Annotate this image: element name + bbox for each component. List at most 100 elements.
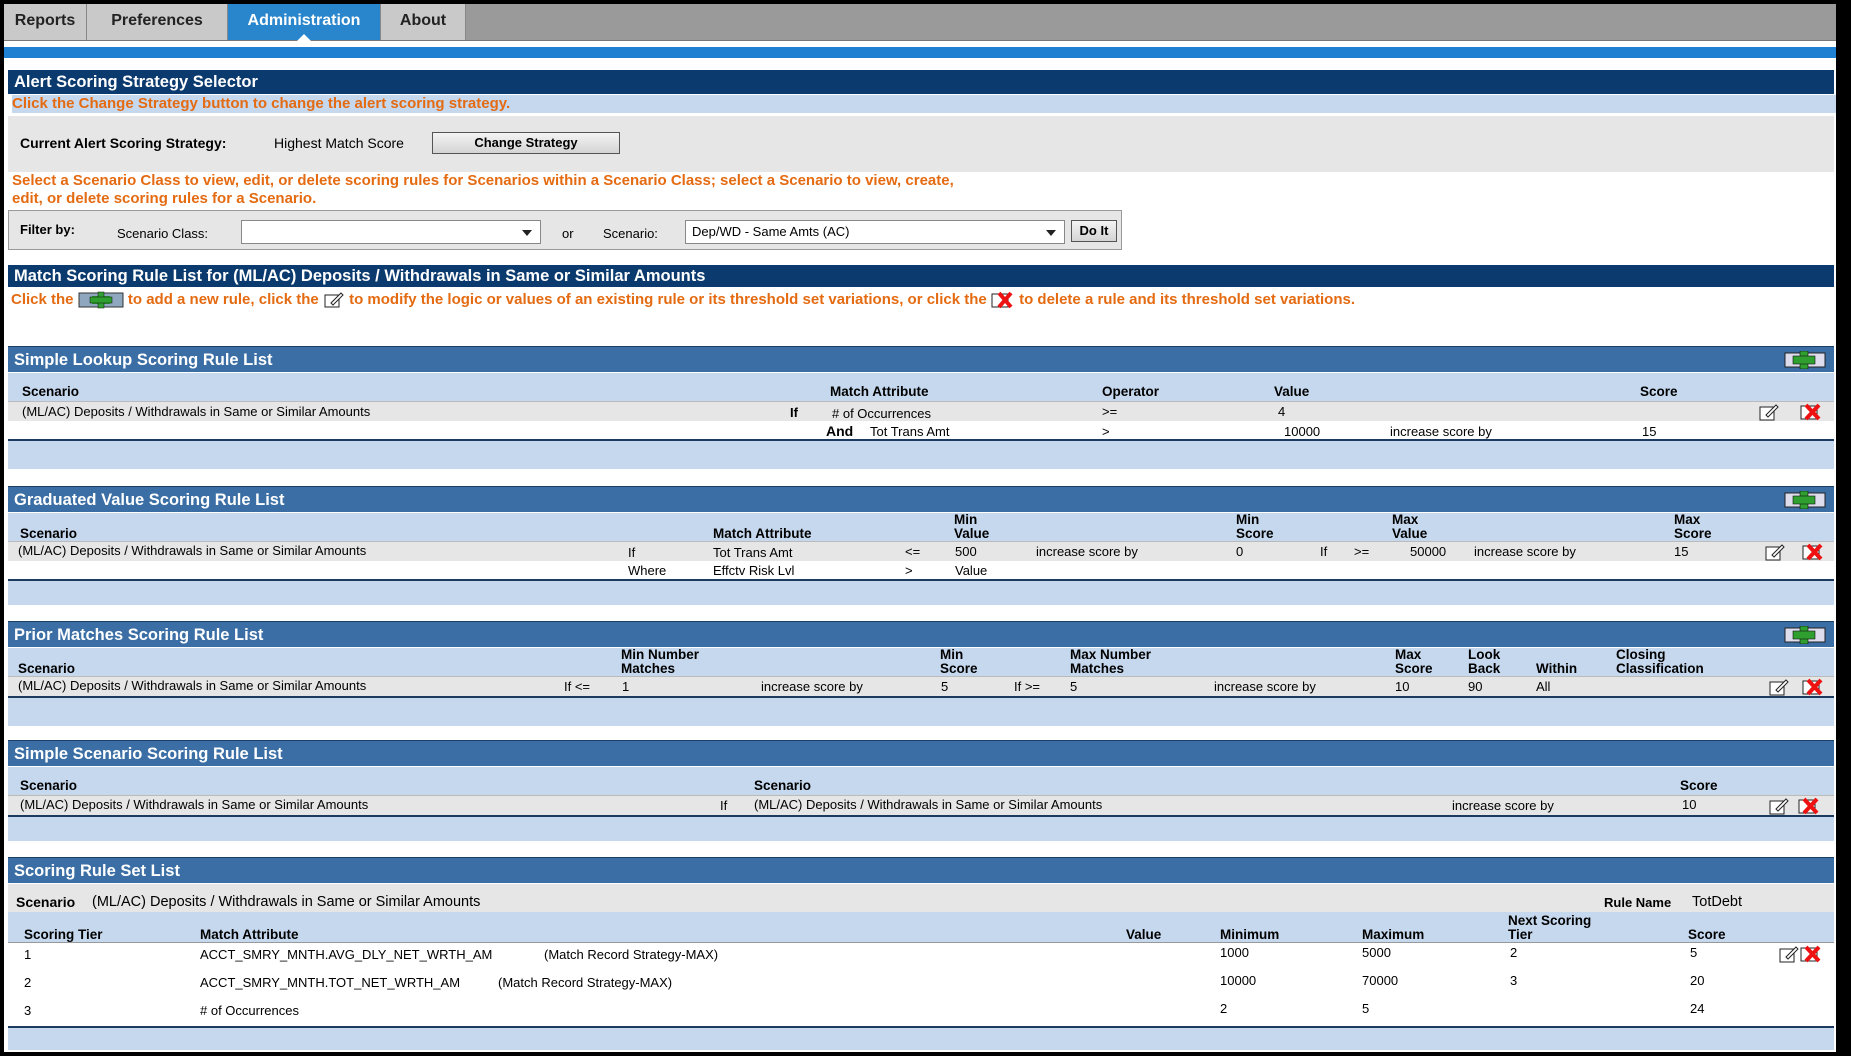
col-score: Score	[1688, 927, 1726, 942]
row-increase1: increase score by	[1036, 544, 1138, 559]
col-closing-l1: Closing	[1616, 647, 1666, 662]
tab-reports[interactable]: Reports	[4, 4, 87, 40]
hint-part-2: to add a new rule, click the	[127, 291, 319, 308]
simple-lookup-footer	[8, 439, 1834, 469]
row-scenario-2: (ML/AC) Deposits / Withdrawals in Same o…	[754, 797, 1103, 812]
add-rule-icon[interactable]	[1784, 351, 1826, 369]
row-within: All	[1536, 679, 1551, 694]
row-min-number: 1	[622, 679, 630, 694]
prior-matches-title: Prior Matches Scoring Rule List	[14, 626, 264, 644]
hint-part-3: to modify the logic or values of an exis…	[349, 291, 987, 308]
tab-about[interactable]: About	[381, 4, 466, 40]
edit-icon[interactable]	[1768, 796, 1790, 816]
row-score: 20	[1690, 973, 1705, 988]
add-rule-icon	[78, 291, 124, 309]
row-minimum: 2	[1220, 1001, 1228, 1016]
row-value: Value	[955, 563, 988, 578]
hint-part-1: Click the	[11, 291, 74, 308]
col-value: Value	[1274, 384, 1310, 399]
col-min-score: Min Score	[940, 648, 978, 676]
col-look-back: Look Back	[1468, 648, 1500, 676]
row-scenario: (ML/AC) Deposits / Withdrawals in Same o…	[18, 543, 367, 558]
scenario-select[interactable]: Dep/WD - Same Amts (AC)	[685, 220, 1065, 244]
table-row: 2 ACCT_SMRY_MNTH.TOT_NET_WRTH_AM (Match …	[8, 971, 1834, 999]
table-row: (ML/AC) Deposits / Withdrawals in Same o…	[8, 795, 1834, 816]
row-minimum: 1000	[1220, 945, 1249, 960]
col-max-score: Max Score	[1674, 513, 1712, 541]
col-min-number-matches: Min Number Matches	[621, 648, 699, 676]
row-maximum: 5	[1362, 1001, 1370, 1016]
col-min-score-l2: Score	[940, 661, 978, 676]
row-if: If	[720, 798, 728, 813]
row-op1: <=	[905, 544, 921, 559]
delete-icon[interactable]	[1798, 796, 1820, 816]
nav-accent-bar	[4, 47, 1836, 58]
table-row: 3 # of Occurrences 2 5 24	[8, 999, 1834, 1027]
row-scenario: (ML/AC) Deposits / Withdrawals in Same o…	[20, 797, 369, 812]
simple-scenario-column-headers: Scenario Scenario Score	[8, 767, 1834, 795]
col-max-number-l1: Max Number	[1070, 647, 1152, 662]
row-increase2: increase score by	[1474, 544, 1576, 559]
row-tier: 2	[24, 975, 32, 990]
col-max-number-matches: Max Number Matches	[1070, 648, 1151, 676]
row-tier: 1	[24, 947, 32, 962]
page: Reports Preferences Administration About…	[4, 4, 1836, 1052]
col-max-score: Max Score	[1395, 648, 1433, 676]
row-operator: >	[1102, 424, 1110, 439]
delete-icon[interactable]	[1802, 677, 1824, 697]
col-max-score-l2: Score	[1674, 526, 1712, 541]
col-score: Score	[1640, 384, 1678, 399]
add-rule-icon[interactable]	[1784, 626, 1826, 644]
edit-icon[interactable]	[1758, 402, 1780, 422]
edit-icon[interactable]	[1764, 542, 1786, 562]
tab-administration[interactable]: Administration	[228, 4, 381, 41]
filter-instruction-1: Select a Scenario Class to view, edit, o…	[12, 172, 954, 189]
edit-icon[interactable]	[1768, 677, 1790, 697]
col-min-value: Min Value	[954, 513, 989, 541]
row-next: 2	[1510, 945, 1518, 960]
or-label: or	[562, 226, 574, 241]
row-maximum: 5000	[1362, 945, 1391, 960]
delete-icon[interactable]	[1800, 402, 1822, 422]
row-increase2: increase score by	[1214, 679, 1316, 694]
row-attribute: ACCT_SMRY_MNTH.AVG_DLY_NET_WRTH_AM	[200, 947, 493, 962]
row-if: If	[628, 545, 636, 560]
add-rule-icon[interactable]	[1784, 491, 1826, 509]
row-where: Where	[628, 563, 667, 578]
row-max-score: 10	[1395, 679, 1410, 694]
row-op2: >=	[1354, 544, 1370, 559]
col-max-value-l2: Value	[1392, 526, 1428, 541]
col-min-number-l1: Min Number	[621, 647, 700, 662]
col-min-number-l2: Matches	[621, 661, 676, 676]
delete-icon[interactable]	[1802, 542, 1824, 562]
row-score: 24	[1690, 1001, 1705, 1016]
row-increase: increase score by	[1452, 798, 1554, 813]
row-and: And	[826, 423, 854, 439]
graduated-footer	[8, 579, 1834, 605]
col-operator: Operator	[1102, 384, 1160, 399]
row-minimum: 10000	[1220, 973, 1257, 988]
row-tier: 3	[24, 1003, 32, 1018]
filter-by-label: Filter by:	[20, 222, 75, 237]
chevron-down-icon	[1046, 230, 1056, 236]
row-strategy: (Match Record Strategy-MAX)	[544, 947, 719, 962]
row-increase: increase score by	[1390, 424, 1492, 439]
scenario-class-select[interactable]	[241, 220, 541, 244]
col-scenario: Scenario	[22, 384, 80, 399]
edit-icon[interactable]	[1778, 944, 1800, 964]
col-next-scoring-tier: Next Scoring Tier	[1508, 914, 1591, 942]
tab-preferences[interactable]: Preferences	[87, 4, 228, 40]
filter-panel: Filter by: Scenario Class: or Scenario: …	[8, 210, 1122, 250]
delete-icon[interactable]	[1800, 944, 1822, 964]
strategy-panel: Current Alert Scoring Strategy: Highest …	[8, 116, 1834, 172]
col-within: Within	[1536, 661, 1578, 676]
simple-lookup-title: Simple Lookup Scoring Rule List	[14, 351, 273, 369]
tab-administration-label: Administration	[247, 12, 361, 29]
row-op: >	[905, 563, 913, 578]
do-it-button[interactable]: Do It	[1071, 220, 1117, 242]
change-strategy-button[interactable]: Change Strategy	[432, 132, 620, 154]
current-strategy-label: Current Alert Scoring Strategy:	[20, 135, 227, 151]
row-if-ge: If >=	[1014, 679, 1041, 694]
row-scenario: (ML/AC) Deposits / Withdrawals in Same o…	[18, 678, 367, 693]
row-max-value: 50000	[1410, 544, 1447, 559]
